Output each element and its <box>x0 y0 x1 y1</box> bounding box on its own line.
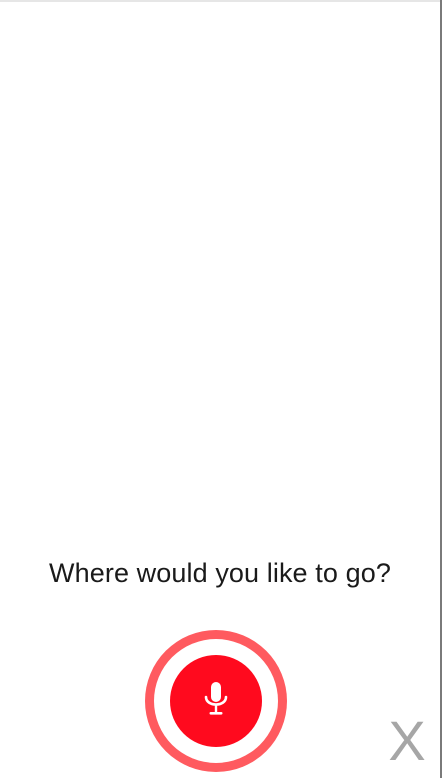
voice-prompt-text: Where would you like to go? <box>49 558 391 588</box>
microphone-icon <box>204 682 228 715</box>
microphone-button[interactable] <box>170 655 262 747</box>
close-button[interactable]: X <box>382 712 432 770</box>
